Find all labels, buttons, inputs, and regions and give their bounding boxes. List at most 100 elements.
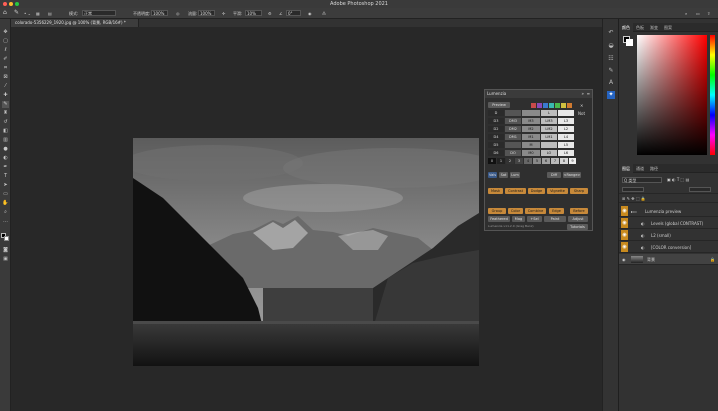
adjust-button[interactable]: Adjust (568, 216, 588, 222)
properties-panel-icon[interactable]: ☷ (607, 55, 615, 63)
blend-mode-select[interactable] (622, 187, 644, 192)
panel-menu-icon[interactable]: ≡ (587, 90, 590, 98)
add-selection-button[interactable]: +Sel (527, 216, 542, 222)
zone-number[interactable]: 3 (515, 158, 523, 164)
edge-button[interactable]: Edge (549, 208, 564, 214)
document-tab[interactable]: colorado-5356229_1920.jpg @ 100% (背景, RG… (11, 19, 139, 27)
path-select-icon[interactable]: ➤ (2, 182, 9, 189)
group-button[interactable]: Group (488, 208, 506, 214)
swatch-cyan[interactable] (549, 103, 554, 108)
angle-input[interactable]: 0° (286, 10, 301, 16)
zone-button[interactable]: LM2 (541, 126, 557, 132)
blur-tool-icon[interactable]: ● (2, 146, 9, 153)
hue-slider[interactable] (710, 35, 715, 155)
opacity-input[interactable]: 100% (151, 10, 168, 16)
brush-settings-icon[interactable]: ▦ (36, 11, 40, 16)
move-tool-icon[interactable]: ✥ (2, 29, 9, 36)
collapse-icon[interactable]: » (582, 90, 584, 98)
crop-tool-icon[interactable]: ⌗ (2, 65, 9, 72)
background-color-chip[interactable] (626, 39, 633, 46)
zone-button[interactable]: M0 (522, 150, 540, 156)
gradient-tool-icon[interactable]: ▥ (2, 137, 9, 144)
swatch-purple[interactable] (537, 103, 542, 108)
opacity-field[interactable] (689, 187, 711, 192)
lumenzia-panel-header[interactable]: Lumenzia » ≡ (485, 90, 592, 98)
zone-button[interactable]: DM3 (505, 118, 521, 124)
zone-button[interactable] (505, 142, 521, 148)
zone-button[interactable]: D4 (488, 134, 504, 140)
sharp-button[interactable]: Sharp (570, 188, 588, 194)
screen-mode-icon[interactable]: ▣ (2, 256, 9, 263)
zone-button[interactable]: L5 (558, 142, 574, 148)
pressure-size-icon[interactable]: ◉ (308, 11, 312, 16)
sat-button[interactable]: Sat (499, 172, 508, 178)
tab-color[interactable]: 颜色 (619, 23, 633, 32)
feathered-button[interactable]: Feathered (488, 216, 510, 222)
swatch-red[interactable] (531, 103, 536, 108)
visibility-eye-icon[interactable]: ◉ (621, 218, 628, 228)
lum-button[interactable]: Lum (510, 172, 520, 178)
tab-patterns[interactable]: 图案 (661, 23, 675, 32)
frame-tool-icon[interactable]: ⊠ (2, 74, 9, 81)
pressure-opacity-icon[interactable]: ◎ (176, 11, 180, 16)
zone-button[interactable]: D3 (488, 118, 504, 124)
zone-button[interactable]: M3 (522, 118, 540, 124)
color-button[interactable]: Color (508, 208, 523, 214)
adjustments-panel-icon[interactable]: ◒ (607, 42, 615, 50)
zone-button[interactable]: L3 (558, 118, 574, 124)
visibility-eye-icon[interactable]: ◉ (622, 254, 626, 264)
layer-kind-filter[interactable]: Q 类型 (622, 177, 662, 183)
preview-select[interactable]: Preview (488, 102, 510, 108)
brush-tool-icon[interactable]: ✎ (14, 9, 19, 16)
document-canvas-image[interactable] (133, 138, 479, 366)
zone-button[interactable]: M (522, 142, 540, 148)
zone-button[interactable]: M1 (522, 134, 540, 140)
lumenzia-panel-icon[interactable]: ✦ (607, 91, 615, 99)
hand-tool-icon[interactable]: ✋ (2, 200, 9, 207)
layer-row-group[interactable]: ◉ ▸▭ Lumenzia preview (619, 206, 718, 217)
smoothing-settings-icon[interactable]: ⚙ (268, 11, 272, 16)
zone-button[interactable]: LO (541, 150, 557, 156)
range-button[interactable]: <Range> (563, 172, 581, 178)
zone-button[interactable]: D5 (488, 142, 504, 148)
before-button[interactable]: Before (570, 208, 588, 214)
zone-button[interactable] (558, 110, 574, 116)
lumenzia-close-icon[interactable]: ✕ (580, 103, 583, 108)
vals-button[interactable]: Vals (488, 172, 497, 178)
zone-button[interactable]: DM1 (505, 134, 521, 140)
zone-button[interactable]: L (541, 110, 557, 116)
workspace-icon[interactable]: ▭ (696, 11, 700, 16)
zone-button[interactable]: DM2 (505, 126, 521, 132)
dodge-tool-icon[interactable]: ◐ (2, 155, 9, 162)
zone-number[interactable]: 4 (524, 158, 532, 164)
vignette-button[interactable]: Vignette (547, 188, 568, 194)
pen-tool-icon[interactable]: ✒ (2, 164, 9, 171)
eyedropper-tool-icon[interactable]: ⁄ (2, 83, 9, 90)
airbrush-icon[interactable]: ✢ (222, 11, 225, 16)
zone-number[interactable]: 7 (551, 158, 559, 164)
layer-filter-icons[interactable]: ▣ ◐ T ⬚ ▤ (667, 177, 689, 182)
visibility-eye-icon[interactable]: ◉ (621, 242, 628, 252)
eraser-tool-icon[interactable]: ◧ (2, 128, 9, 135)
zoom-tool-icon[interactable]: ⌕ (2, 209, 9, 216)
healing-tool-icon[interactable]: ✚ (2, 92, 9, 99)
flow-input[interactable]: 100% (198, 10, 215, 16)
layer-row[interactable]: ◉ ◐ [COLOR conversion] (619, 242, 718, 253)
zone-button[interactable]: L4 (558, 134, 574, 140)
color-picker-field[interactable] (637, 35, 707, 155)
symmetry-icon[interactable]: ⁂ (322, 11, 326, 16)
tab-channels[interactable]: 通道 (633, 164, 647, 173)
zone-button[interactable]: D6 (488, 150, 504, 156)
brush-panel-icon[interactable]: ▤ (48, 11, 52, 16)
tutorials-button[interactable]: Tutorials (567, 224, 588, 230)
stamp-tool-icon[interactable]: ♜ (2, 110, 9, 117)
zone-button[interactable]: D (488, 110, 504, 116)
smoothing-input[interactable]: 10% (245, 10, 262, 16)
mask-button[interactable]: Mask (488, 188, 503, 194)
zone-button[interactable]: LM1 (541, 134, 557, 140)
zone-number[interactable]: 0 (488, 158, 496, 164)
home-icon[interactable]: ⌂ (3, 9, 7, 16)
tab-layers[interactable]: 图层 (619, 164, 633, 173)
zone-button[interactable] (505, 110, 521, 116)
history-panel-icon[interactable]: ↶ (607, 29, 615, 37)
